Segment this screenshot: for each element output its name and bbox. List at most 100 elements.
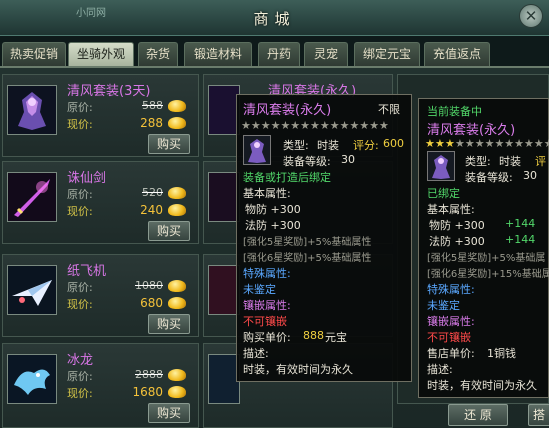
tab-recharge-rebate[interactable]: 充值返点 — [424, 42, 490, 66]
item-name: 诛仙剑 — [67, 171, 107, 186]
equipped-base-attr-title: 基本属性: — [427, 203, 475, 216]
gold-ingot-icon — [168, 386, 186, 398]
equipped-level-value: 30 — [523, 169, 537, 182]
original-price: 1080 — [135, 279, 163, 292]
gold-ingot-icon — [168, 369, 186, 381]
window-title: 商城 — [253, 10, 296, 28]
original-price: 520 — [142, 186, 163, 199]
item-icon-armor[interactable] — [7, 85, 57, 135]
original-price-label: 原价: — [67, 188, 93, 201]
original-price-label: 原价: — [67, 370, 93, 383]
star-rating: ★★★★★★★★★★★★★★★ — [241, 119, 389, 132]
current-price: 1680 — [132, 385, 163, 399]
equipped-special-attr: 特殊属性: — [427, 283, 475, 296]
item-name: 清风套装(3天) — [67, 84, 151, 99]
shop-item: 纸飞机 原价: 现价: 1080 680 购买 — [2, 254, 199, 337]
shop-item: 诛仙剑 原价: 现价: 520 240 购买 — [2, 161, 199, 244]
tab-hot-sale[interactable]: 热卖促销 — [2, 42, 66, 66]
gold-ingot-icon — [168, 100, 186, 112]
equipped-desc-label: 描述: — [427, 363, 453, 376]
tooltip-item-name: 清风套装(永久) — [243, 103, 332, 118]
buy-button[interactable]: 购买 — [148, 314, 190, 334]
tooltip-buy-price-unit: 元宝 — [325, 331, 347, 344]
gold-ingot-icon — [168, 204, 186, 216]
equipped-tooltip: 当前装备中 清风套装(永久) ★★★★★★★★★★★★★ 类型: 时装 评 装备… — [418, 98, 549, 398]
equipped-bonus5: [强化5星奖励]+5%基础属 — [427, 253, 546, 264]
buy-button[interactable]: 购买 — [148, 403, 190, 423]
tooltip-type-value: 时装 — [317, 139, 339, 152]
tab-forging-materials[interactable]: 锻造材料 — [184, 42, 252, 66]
equipped-phys-def: 物防 +300 — [429, 219, 485, 232]
tooltip-bonus6: [强化6星奖励]+5%基础属性 — [243, 253, 372, 264]
item-tooltip: 清风套装(永久) 不限 ★★★★★★★★★★★★★★★ 类型: 时装 评分: 6… — [236, 94, 412, 382]
equipped-star-rating: ★★★★★★★★★★★★★ — [425, 137, 549, 150]
tooltip-cannot-inlay: 不可镶嵌 — [243, 315, 287, 328]
shop-item: 清风套装(3天) 原价: 现价: 588 288 购买 — [2, 74, 199, 157]
gold-ingot-icon — [168, 187, 186, 199]
item-name: 冰龙 — [67, 353, 94, 368]
equipped-item-name: 清风套装(永久) — [427, 123, 516, 138]
shop-item: 冰龙 原价: 现价: 2888 1680 购买 — [2, 343, 199, 428]
equipped-score-label: 评 — [535, 155, 546, 168]
tooltip-special-attr: 特殊属性: — [243, 267, 291, 280]
tooltip-score-label: 评分: — [353, 139, 379, 152]
original-price: 588 — [142, 99, 163, 112]
equipped-sell-price-label: 售店单价: — [427, 347, 475, 360]
tab-pets[interactable]: 灵宠 — [304, 42, 348, 66]
item-icon-ice-dragon[interactable] — [7, 354, 57, 404]
equipped-sell-price-value: 1铜钱 — [487, 347, 516, 360]
tooltip-buy-price-value: 888 — [303, 329, 324, 342]
tooltip-bind-note: 装备或打造后绑定 — [243, 171, 331, 184]
restore-button[interactable]: 还 原 — [448, 404, 508, 426]
equipped-level-label: 装备等级: — [465, 171, 513, 184]
equipped-header: 当前装备中 — [427, 105, 482, 118]
tooltip-score-value: 600 — [383, 137, 404, 150]
item-icon-paper-plane[interactable] — [7, 265, 57, 315]
equipped-item-icon — [427, 151, 455, 181]
tooltip-inlay-attr: 镶嵌属性: — [243, 299, 291, 312]
tooltip-bonus5: [强化5星奖励]+5%基础属性 — [243, 237, 372, 248]
original-price-label: 原价: — [67, 101, 93, 114]
current-price-label: 现价: — [67, 205, 93, 218]
buy-button[interactable]: 购买 — [148, 221, 190, 241]
item-name: 纸飞机 — [67, 264, 107, 279]
original-price-label: 原价: — [67, 281, 93, 294]
equipped-type-label: 类型: — [465, 155, 491, 168]
tooltip-unlimited: 不限 — [378, 103, 400, 116]
equipped-magic-def: 法防 +300 — [429, 235, 485, 248]
tab-bound-yuanbao[interactable]: 绑定元宝 — [354, 42, 420, 66]
close-icon[interactable]: ✕ — [519, 4, 543, 28]
buy-button[interactable]: 购买 — [148, 134, 190, 154]
tooltip-item-icon — [243, 135, 271, 165]
tab-misc[interactable]: 杂货 — [138, 42, 178, 66]
tooltip-level-value: 30 — [341, 153, 355, 166]
equipped-bound: 已绑定 — [427, 187, 460, 200]
tooltip-buy-price-label: 购买单价: — [243, 331, 291, 344]
equipped-inlay-attr: 镶嵌属性: — [427, 315, 475, 328]
tooltip-description: 时装，有效时间为永久 — [243, 363, 353, 376]
tab-pills[interactable]: 丹药 — [258, 42, 300, 66]
tooltip-phys-def: 物防 +300 — [245, 203, 301, 216]
tooltip-level-label: 装备等级: — [283, 155, 331, 168]
equipped-unidentified: 未鉴定 — [427, 299, 460, 312]
equipped-description: 时装，有效时间为永久 — [427, 379, 537, 392]
gold-ingot-icon — [168, 297, 186, 309]
category-tabs: 热卖促销 坐骑外观 杂货 锻造材料 丹药 灵宠 绑定元宝 充值返点 — [0, 42, 549, 66]
tab-mount-appearance[interactable]: 坐骑外观 — [68, 42, 134, 66]
tooltip-magic-def: 法防 +300 — [245, 219, 301, 232]
gold-ingot-icon — [168, 280, 186, 292]
tooltip-type-label: 类型: — [283, 139, 309, 152]
equipped-phys-def-bonus: +144 — [505, 217, 536, 230]
equipped-type-value: 时装 — [499, 155, 521, 168]
current-price: 288 — [140, 116, 163, 130]
tooltip-desc-label: 描述: — [243, 347, 269, 360]
partial-button[interactable]: 搭 — [528, 404, 549, 426]
window-titlebar: 小同网 商城 ✕ — [0, 0, 549, 36]
item-icon-sword[interactable] — [7, 172, 57, 222]
equipped-cannot-inlay: 不可镶嵌 — [427, 331, 471, 344]
tooltip-unidentified: 未鉴定 — [243, 283, 276, 296]
current-price-label: 现价: — [67, 118, 93, 131]
gold-ingot-icon — [168, 117, 186, 129]
equipped-magic-def-bonus: +144 — [505, 233, 536, 246]
current-price: 240 — [140, 203, 163, 217]
